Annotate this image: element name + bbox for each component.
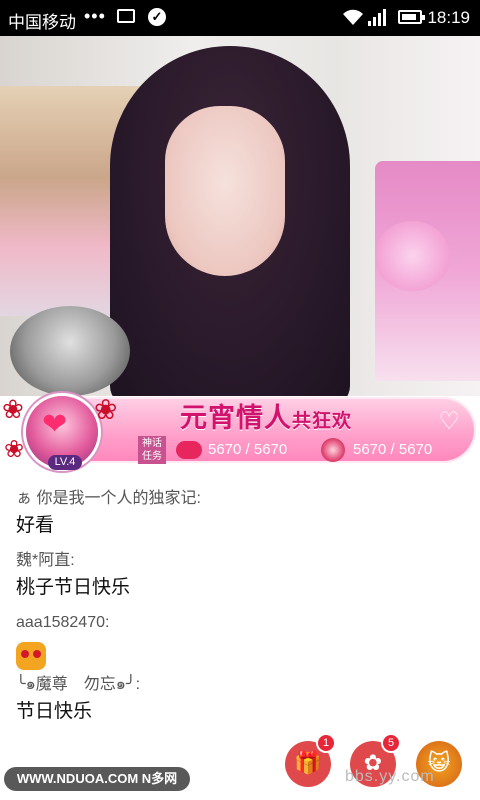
- clock: 18:19: [427, 8, 470, 27]
- cat-emote-icon: [16, 642, 46, 670]
- rose-icon: ❀: [2, 395, 24, 425]
- heart-decoration-icon: ♡: [438, 407, 460, 435]
- gift-icon: 🎁: [294, 751, 322, 776]
- chat-username[interactable]: 魏*阿直:: [16, 550, 466, 572]
- banner-title-main: 元宵情人: [180, 403, 292, 434]
- watermark: WWW.NDUOA.COM N多网: [4, 767, 190, 791]
- chat-message: ぁ 你是我一个人的独家记: 好看: [16, 488, 466, 540]
- chat-text: 节日快乐: [16, 700, 93, 722]
- image-icon: [117, 9, 135, 23]
- signal-icon: [368, 9, 388, 31]
- battery-icon: [398, 10, 425, 24]
- status-bar: 中国移动 ••• ✓ 18:19: [0, 0, 480, 36]
- live-video[interactable]: [0, 36, 480, 396]
- gift-counter-2: 5670 / 5670: [353, 441, 433, 458]
- chat-text: 好看: [16, 514, 55, 536]
- check-icon: ✓: [148, 8, 166, 26]
- streamer-face: [165, 106, 285, 276]
- flower-count-badge: 5: [383, 735, 399, 751]
- chat-message: aaa1582470:: [16, 612, 466, 670]
- notification-dots: •••: [84, 6, 106, 26]
- wifi-icon: [342, 8, 364, 31]
- gift-count-badge: 1: [318, 735, 334, 751]
- candy-gift-icon: [176, 441, 202, 459]
- chat-username[interactable]: ╰๑魔尊 勿忘๑╯:: [16, 674, 466, 696]
- rose-icon: ❀: [94, 393, 118, 426]
- gift-counter-1: 5670 / 5670: [208, 441, 288, 458]
- mission-label[interactable]: 神话任务: [138, 436, 166, 464]
- event-banner[interactable]: 元宵情人共狂欢 神话任务 5670 / 5670 5670 / 5670 ♡ ❀…: [2, 393, 476, 473]
- chat-text: 桃子节日快乐: [16, 576, 131, 598]
- banner-title: 元宵情人共狂欢: [180, 396, 352, 435]
- chat-message: 魏*阿直: 桃子节日快乐: [16, 550, 466, 602]
- banner-title-sub: 共狂欢: [292, 410, 353, 432]
- level-badge[interactable]: ❀ ❀ ❤ ❀ LV.4: [2, 393, 117, 473]
- chat-emote-row: [16, 634, 466, 670]
- microphone: [10, 306, 130, 396]
- carrier-label: 中国移动: [8, 13, 76, 32]
- bbs-watermark: bbs.yy.com: [345, 768, 435, 785]
- plush-toy: [375, 221, 450, 291]
- rose-icon: ❀: [4, 435, 25, 463]
- chat-message: ╰๑魔尊 勿忘๑╯: 节日快乐: [16, 674, 466, 726]
- lantern-gift-icon: [321, 438, 345, 462]
- gift-button[interactable]: 🎁 1: [285, 735, 334, 787]
- chat-list[interactable]: ぁ 你是我一个人的独家记: 好看 魏*阿直: 桃子节日快乐 aaa1582470…: [16, 488, 466, 736]
- chat-username[interactable]: aaa1582470:: [16, 612, 466, 634]
- chat-username[interactable]: ぁ 你是我一个人的独家记:: [16, 488, 466, 510]
- hearts-icon: ❤: [42, 407, 68, 442]
- level-label: LV.4: [48, 455, 82, 470]
